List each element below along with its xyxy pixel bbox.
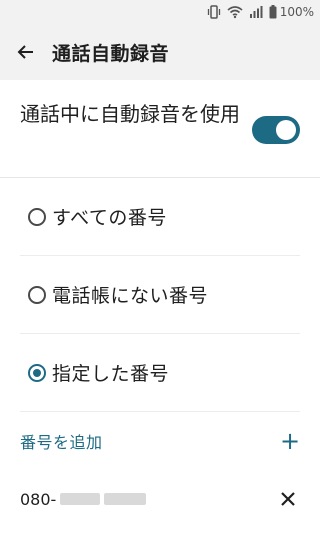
option-label: すべての番号 bbox=[52, 207, 167, 229]
phone-number-prefix: 080- bbox=[20, 489, 57, 509]
page-title: 通話自動録音 bbox=[52, 42, 170, 65]
option-not-in-contacts[interactable]: 電話帳にない番号 bbox=[20, 256, 300, 334]
radio-button-unselected[interactable] bbox=[28, 285, 46, 304]
battery-icon bbox=[269, 5, 277, 19]
status-bar: 100% bbox=[0, 0, 320, 24]
close-icon bbox=[281, 492, 295, 506]
add-number-label: 番号を追加 bbox=[20, 433, 103, 452]
option-all-numbers[interactable]: すべての番号 bbox=[20, 178, 300, 256]
phone-number: 080- bbox=[20, 489, 147, 509]
plus-icon[interactable]: + bbox=[280, 429, 300, 453]
auto-record-label: 通話中に自動録音を使用 bbox=[20, 102, 240, 126]
app-bar: 通話自動録音 bbox=[0, 24, 320, 80]
add-number-button[interactable]: 番号を追加 + bbox=[20, 412, 300, 470]
switch-knob bbox=[276, 120, 296, 140]
option-specified-numbers[interactable]: 指定した番号 bbox=[20, 334, 300, 412]
vibrate-icon bbox=[206, 5, 222, 19]
option-label: 指定した番号 bbox=[52, 363, 170, 385]
radio-button-unselected[interactable] bbox=[28, 207, 46, 226]
redacted-digits bbox=[104, 493, 147, 505]
number-list-item: 080- bbox=[20, 470, 300, 528]
battery-percentage: 100% bbox=[279, 5, 314, 19]
auto-record-switch[interactable] bbox=[252, 116, 300, 144]
auto-record-toggle-row[interactable]: 通話中に自動録音を使用 bbox=[0, 80, 320, 178]
wifi-icon bbox=[227, 5, 243, 19]
back-button[interactable] bbox=[0, 24, 52, 80]
radio-button-selected[interactable] bbox=[28, 363, 46, 382]
option-label: 電話帳にない番号 bbox=[52, 285, 209, 307]
remove-number-button[interactable] bbox=[276, 487, 300, 511]
back-arrow-icon bbox=[17, 45, 33, 59]
redacted-digits bbox=[60, 493, 101, 505]
signal-icon bbox=[248, 5, 264, 19]
